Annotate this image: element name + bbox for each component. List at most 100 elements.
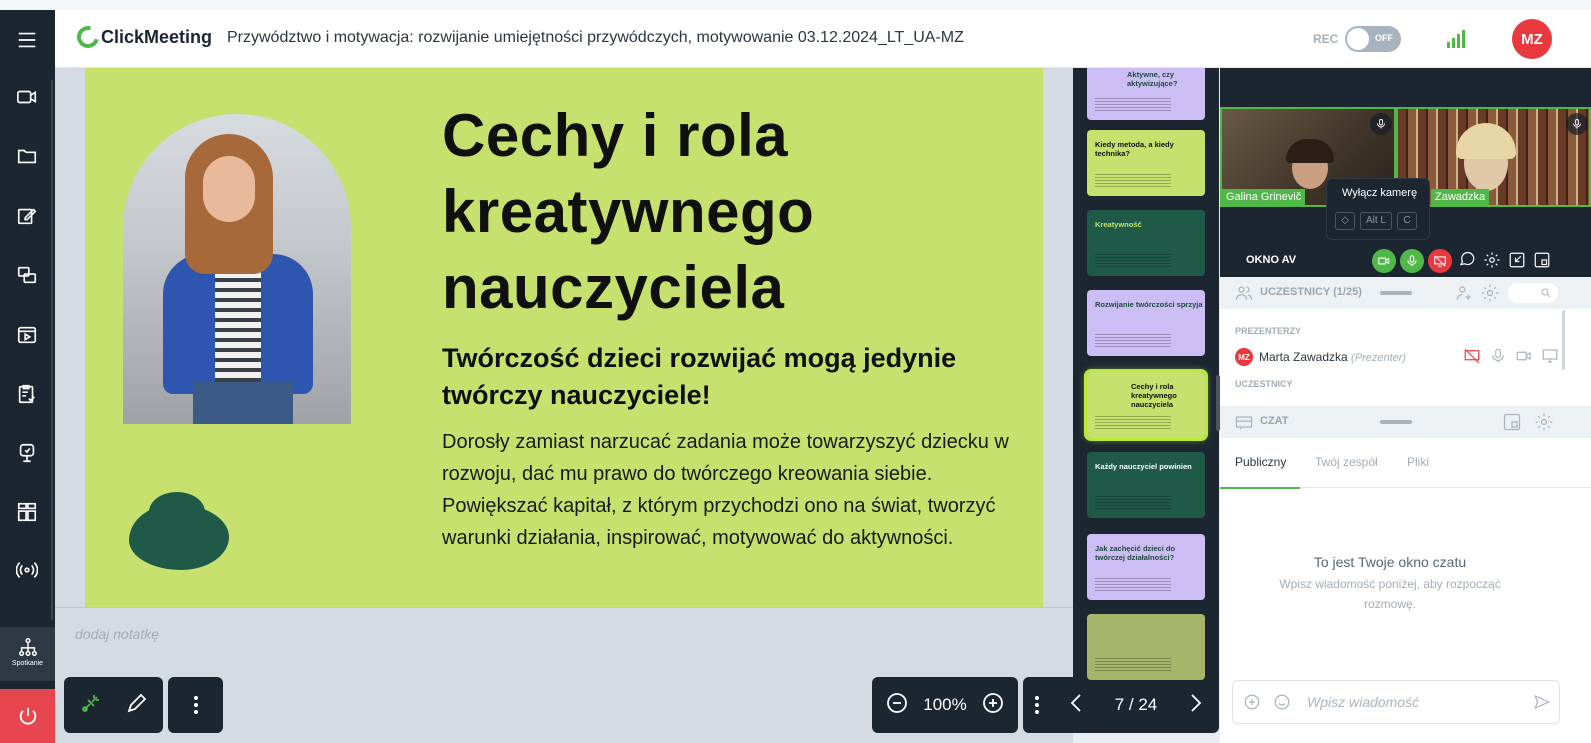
laser-pointer-icon[interactable]: [79, 691, 103, 720]
thumbnail-text-lines: [1095, 174, 1171, 188]
slide-thumbnail[interactable]: Rozwijanie twórczości sprzyja: [1087, 290, 1205, 356]
tab-files[interactable]: Pliki: [1407, 455, 1429, 469]
slide-title: Cechy i rola kreatywnego nauczyciela: [442, 102, 815, 321]
slide-thumbnail[interactable]: Kiedy metoda, a kiedy technika?: [1087, 130, 1205, 196]
tab-public[interactable]: Publiczny: [1235, 455, 1286, 469]
video-camera-icon[interactable]: [12, 82, 42, 112]
thumbnail-text-lines: [1095, 98, 1171, 112]
thumbnail-text-lines: [1095, 578, 1171, 592]
pencil-icon[interactable]: [125, 691, 149, 720]
collapse-window-icon[interactable]: [1508, 251, 1528, 271]
slide-thumbnail[interactable]: Jak zachęcić dzieci do twórczej działaln…: [1087, 534, 1205, 600]
microphone-icon: [1407, 255, 1417, 267]
thumbnail-text-lines: [1095, 334, 1171, 348]
participants-label: UCZESTNICY (1/25): [1260, 286, 1362, 298]
chat-bubble-icon[interactable]: [1458, 251, 1478, 271]
zoom-in-icon[interactable]: [981, 691, 1005, 720]
sidebar-scrollbar[interactable]: [51, 80, 53, 620]
apps-grid-icon[interactable]: [12, 497, 42, 527]
resize-handle[interactable]: [1380, 291, 1412, 295]
camera-icon: [1378, 257, 1390, 265]
presenter-avatar: MZ: [1235, 348, 1253, 366]
survey-icon[interactable]: [12, 379, 42, 409]
slide-thumbnails: Aktywne, czy aktywizujące? Kiedy metoda, …: [1073, 68, 1219, 688]
participants-header[interactable]: UCZESTNICY (1/25): [1220, 277, 1591, 309]
presenter-row[interactable]: MZ Marta Zawadzka (Prezenter): [1235, 347, 1575, 367]
emoji-icon[interactable]: [1273, 693, 1291, 711]
screen-share-icon[interactable]: [12, 260, 42, 290]
slide-thumbnail[interactable]: Kreatywność: [1087, 210, 1205, 276]
chat-icon: [1234, 412, 1254, 437]
drawing-toolbar: [64, 677, 163, 733]
connection-signal-icon[interactable]: [1447, 28, 1469, 48]
logo-mark-icon: [72, 21, 104, 53]
next-slide-icon[interactable]: [1183, 691, 1207, 720]
chat-settings-icon[interactable]: [1534, 412, 1554, 437]
resize-handle[interactable]: [1380, 420, 1412, 424]
add-attachment-icon[interactable]: [1243, 693, 1261, 711]
menu-icon[interactable]: [12, 25, 42, 55]
microphone-icon[interactable]: [1489, 347, 1507, 370]
settings-gear-icon[interactable]: [1483, 251, 1503, 271]
search-icon: [1541, 288, 1551, 298]
right-panel-scrollbar[interactable]: [1562, 310, 1565, 370]
slide-thumbnail[interactable]: [1087, 614, 1205, 680]
notes-placeholder: dodaj notatkę: [75, 626, 160, 642]
edit-icon[interactable]: [12, 201, 42, 231]
chat-empty-title: To jest Twoje okno czatu: [1313, 554, 1467, 570]
shortcut-key: C: [1397, 212, 1417, 230]
shortcut-key: ◇: [1335, 212, 1355, 230]
media-player-icon[interactable]: [12, 320, 42, 350]
slide-thumbnail[interactable]: Aktywne, czy aktywizujące?: [1087, 68, 1205, 120]
av-window: Galina Grinevič Zawadzka Wyłącz kamerę ◇…: [1220, 68, 1591, 277]
slide: Cechy i rola kreatywnego nauczyciela Twó…: [85, 68, 1043, 607]
screen-off-icon[interactable]: [1463, 347, 1481, 370]
record-toggle[interactable]: OFF: [1345, 26, 1401, 52]
page-indicator: 7 / 24: [1114, 695, 1158, 714]
user-avatar[interactable]: MZ: [1512, 19, 1552, 59]
popout-icon[interactable]: [1502, 412, 1522, 437]
chat-header[interactable]: CZAT: [1220, 406, 1591, 438]
zoom-out-icon[interactable]: [885, 691, 909, 720]
more-options-button[interactable]: [168, 677, 223, 733]
users-icon: [1234, 283, 1254, 308]
mic-toggle-button[interactable]: [1400, 249, 1424, 273]
slide-body: Dorosły zamiast narzucać zadania może to…: [442, 431, 1009, 549]
top-header: ClickMeeting Przywództwo i motywacja: ro…: [55, 10, 1591, 68]
mic-icon[interactable]: [1566, 113, 1588, 135]
tab-team[interactable]: Twój zespół: [1315, 455, 1378, 469]
screen-off-icon: [1434, 255, 1446, 267]
mic-icon[interactable]: [1370, 113, 1392, 135]
meeting-title: Przywództwo i motywacja: rozwijanie umie…: [227, 29, 964, 46]
thumbnail-text-lines: [1095, 496, 1171, 510]
slide-more-icon[interactable]: [1034, 696, 1039, 714]
more-vertical-icon: [193, 696, 198, 714]
participants-group-label: UCZESTNICY: [1235, 379, 1293, 389]
whiteboard-icon[interactable]: [12, 438, 42, 468]
leave-meeting-button[interactable]: [0, 689, 55, 743]
slide-thumbnail[interactable]: Cechy i rola kreatywnego nauczyciela: [1084, 369, 1208, 441]
zoom-level: 100%: [923, 695, 967, 714]
chat-tabs: Publiczny Twój zespół Pliki: [1220, 452, 1591, 489]
participants-search-input[interactable]: [1508, 283, 1558, 303]
slide-thumbnail[interactable]: Każdy nauczyciel powinien: [1087, 452, 1205, 518]
monitor-icon[interactable]: [1541, 347, 1559, 370]
camera-icon[interactable]: [1515, 347, 1533, 370]
prev-slide-icon[interactable]: [1065, 691, 1089, 720]
toggle-knob: [1347, 28, 1369, 50]
camera-toggle-button[interactable]: [1372, 249, 1396, 273]
add-user-icon[interactable]: [1454, 283, 1474, 308]
send-icon[interactable]: [1533, 693, 1551, 711]
chat-input-box: [1232, 680, 1560, 724]
presenters-label: PREZENTERZY: [1235, 326, 1302, 336]
popout-icon[interactable]: [1533, 251, 1553, 271]
thumbnail-title: Aktywne, czy aktywizujące?: [1127, 70, 1178, 88]
thumbnail-text-lines: [1095, 658, 1171, 672]
participants-settings-icon[interactable]: [1480, 283, 1500, 308]
broadcast-icon[interactable]: [12, 555, 42, 585]
record-state: OFF: [1375, 33, 1393, 43]
chat-message-input[interactable]: [1307, 691, 1507, 713]
screen-share-off-button[interactable]: [1428, 249, 1452, 273]
sidebar-item-meeting[interactable]: Spotkanie: [0, 627, 55, 681]
folder-icon[interactable]: [12, 141, 42, 171]
